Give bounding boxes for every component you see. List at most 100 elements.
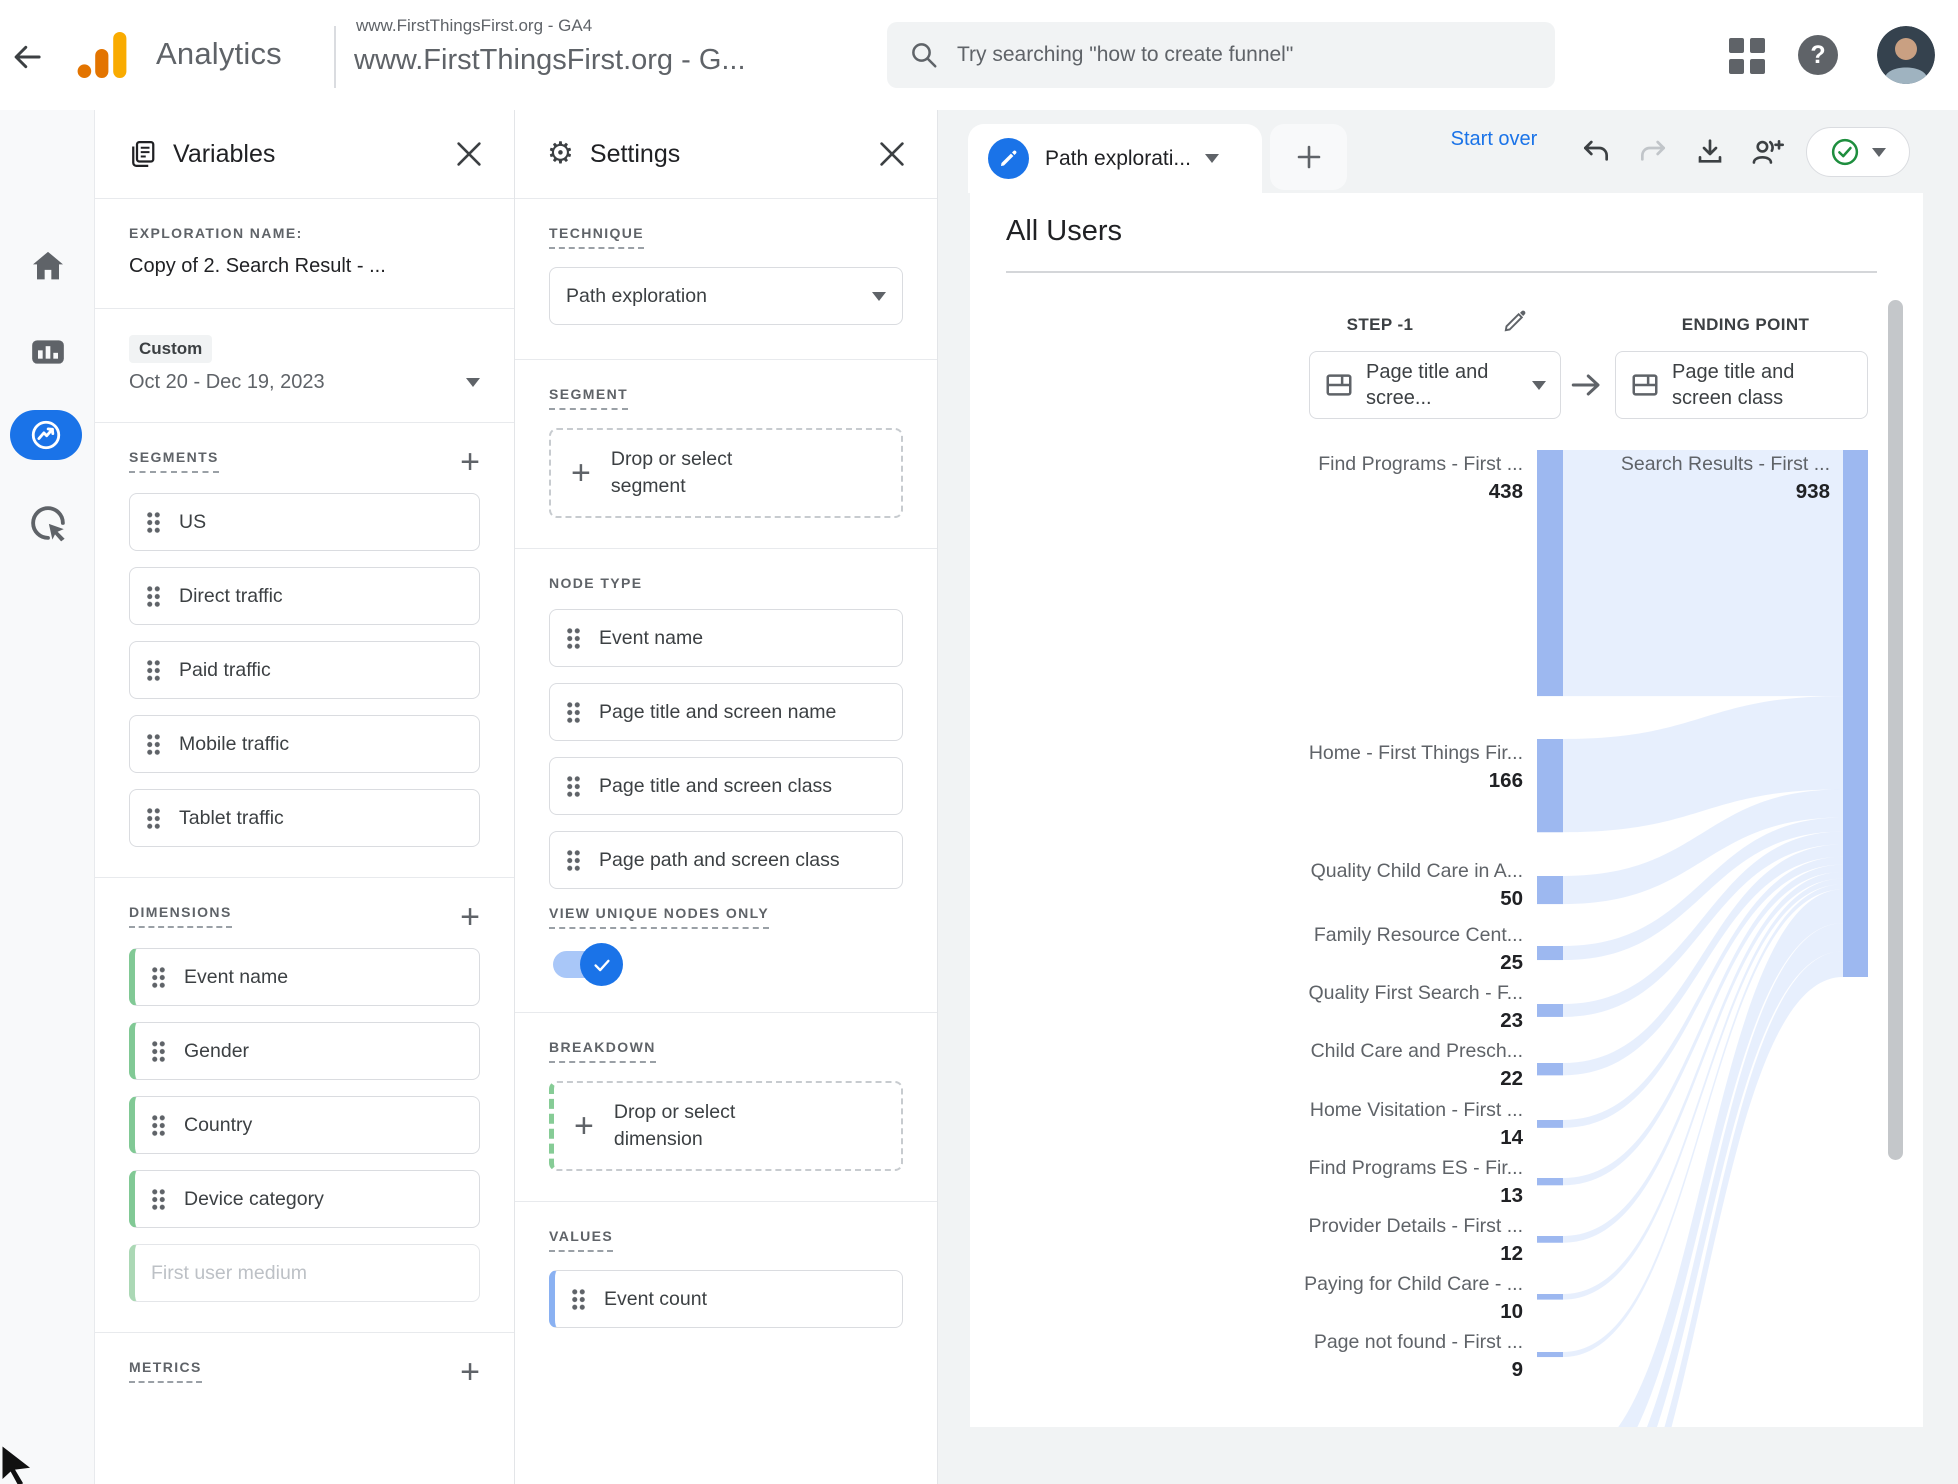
path-sankey-chart[interactable] bbox=[970, 193, 1923, 1427]
segment-chip[interactable]: Mobile traffic bbox=[129, 715, 480, 773]
add-tab-button[interactable] bbox=[1270, 124, 1347, 190]
home-icon[interactable] bbox=[0, 246, 95, 286]
date-preset-badge[interactable]: Custom bbox=[129, 335, 212, 363]
segment-label: SEGMENT bbox=[549, 386, 628, 410]
left-nav-rail: ⚙ bbox=[0, 110, 95, 1484]
chevron-down-icon bbox=[1872, 148, 1886, 157]
source-node-bar[interactable] bbox=[1537, 1352, 1563, 1357]
app-header: Analytics www.FirstThingsFirst.org - GA4… bbox=[0, 0, 1958, 110]
drag-handle-icon bbox=[146, 585, 161, 608]
variables-title: Variables bbox=[173, 140, 275, 169]
explore-icon[interactable] bbox=[10, 410, 82, 460]
download-icon[interactable] bbox=[1694, 136, 1726, 168]
segment-chip[interactable]: Tablet traffic bbox=[129, 789, 480, 847]
add-dimension-button[interactable]: + bbox=[460, 904, 480, 930]
node-type-chip[interactable]: Page title and screen name bbox=[549, 683, 903, 741]
drag-handle-icon bbox=[151, 1114, 166, 1137]
search-placeholder: Try searching "how to create funnel" bbox=[957, 43, 1293, 67]
dimension-chip[interactable]: First user medium bbox=[129, 1244, 480, 1302]
sankey-ribbon[interactable] bbox=[1563, 450, 1843, 696]
node-type-label: NODE TYPE bbox=[549, 575, 643, 591]
segment-drop-text: Drop or select segment bbox=[611, 446, 811, 500]
status-approved-dropdown[interactable] bbox=[1806, 127, 1910, 177]
start-over-button[interactable]: Start over bbox=[1446, 126, 1542, 152]
tab-path-exploration[interactable]: Path explorati... bbox=[968, 124, 1262, 193]
node-type-list: Event name Page title and screen name Page… bbox=[549, 609, 903, 889]
add-metric-button[interactable]: + bbox=[460, 1359, 480, 1385]
segments-list: US Direct traffic Paid traffic Mobile traff… bbox=[129, 493, 480, 847]
drag-handle-icon bbox=[151, 1188, 166, 1211]
plus-icon: + bbox=[574, 1113, 594, 1140]
drag-handle-icon bbox=[566, 849, 581, 872]
search-input[interactable]: Try searching "how to create funnel" bbox=[887, 22, 1555, 88]
technique-select[interactable]: Path exploration bbox=[549, 267, 903, 325]
source-node-bar[interactable] bbox=[1537, 1294, 1563, 1300]
advertising-icon[interactable] bbox=[0, 502, 95, 544]
source-node-bar[interactable] bbox=[1537, 739, 1563, 832]
tab-label: Path explorati... bbox=[1045, 147, 1191, 171]
source-node-bar[interactable] bbox=[1537, 1004, 1563, 1017]
segment-section: SEGMENT + Drop or select segment bbox=[515, 360, 937, 549]
dimension-chip[interactable]: Gender bbox=[129, 1022, 480, 1080]
apps-grid-icon[interactable] bbox=[1729, 38, 1765, 74]
value-chip-label: Event count bbox=[604, 1286, 707, 1312]
source-node-bar[interactable] bbox=[1537, 1120, 1563, 1128]
unique-nodes-toggle[interactable] bbox=[553, 951, 617, 978]
node-type-chip[interactable]: Event name bbox=[549, 609, 903, 667]
date-range-selector[interactable]: Oct 20 - Dec 19, 2023 bbox=[129, 371, 480, 394]
source-node-bar[interactable] bbox=[1537, 1178, 1563, 1185]
dimensions-list: Event name Gender Country Device category Fi… bbox=[129, 948, 480, 1302]
product-name: Analytics bbox=[156, 36, 282, 72]
exploration-name-value[interactable]: Copy of 2. Search Result - ... bbox=[129, 255, 480, 278]
node-type-chip[interactable]: Page title and screen class bbox=[549, 757, 903, 815]
drag-handle-icon bbox=[571, 1288, 586, 1311]
redo-icon[interactable] bbox=[1637, 136, 1669, 168]
settings-gear-icon: ⚙ bbox=[547, 139, 574, 169]
property-breadcrumb: www.FirstThingsFirst.org - GA4 bbox=[356, 16, 592, 36]
values-list: Event count bbox=[549, 1270, 903, 1328]
user-avatar[interactable] bbox=[1877, 26, 1935, 84]
target-node-bar[interactable] bbox=[1843, 450, 1868, 977]
back-arrow-icon[interactable] bbox=[10, 40, 44, 74]
ga4-exploration-window: Analytics www.FirstThingsFirst.org - GA4… bbox=[0, 0, 1958, 1484]
segment-chip[interactable]: Direct traffic bbox=[129, 567, 480, 625]
drag-handle-icon bbox=[146, 659, 161, 682]
source-node-bar[interactable] bbox=[1537, 1063, 1563, 1075]
add-segment-button[interactable]: + bbox=[460, 449, 480, 475]
dimension-chip-label: Gender bbox=[184, 1038, 249, 1064]
share-user-icon[interactable] bbox=[1750, 136, 1782, 168]
segment-drop-target[interactable]: + Drop or select segment bbox=[549, 428, 903, 518]
property-selector[interactable]: www.FirstThingsFirst.org - G... bbox=[354, 44, 746, 77]
breakdown-drop-target[interactable]: + Drop or select dimension bbox=[549, 1081, 903, 1171]
mouse-cursor bbox=[0, 1444, 40, 1484]
settings-title: Settings bbox=[590, 140, 680, 169]
breakdown-drop-text: Drop or select dimension bbox=[614, 1099, 824, 1153]
values-label: VALUES bbox=[549, 1228, 613, 1252]
reports-icon[interactable] bbox=[0, 332, 95, 372]
drag-handle-icon bbox=[151, 966, 166, 989]
source-node-bar[interactable] bbox=[1537, 450, 1563, 696]
help-icon[interactable]: ? bbox=[1796, 33, 1840, 77]
close-variables-icon[interactable] bbox=[456, 141, 482, 167]
metrics-label: METRICS bbox=[129, 1359, 202, 1383]
segment-chip[interactable]: US bbox=[129, 493, 480, 551]
source-node-bar[interactable] bbox=[1537, 876, 1563, 904]
dimension-chip[interactable]: Device category bbox=[129, 1170, 480, 1228]
node-type-chip[interactable]: Page path and screen class bbox=[549, 831, 903, 889]
variables-panel-header: Variables bbox=[95, 110, 514, 199]
node-type-section: NODE TYPE Event name Page title and scree… bbox=[515, 549, 937, 1013]
chevron-down-icon bbox=[872, 292, 886, 301]
header-divider bbox=[334, 26, 336, 88]
close-settings-icon[interactable] bbox=[879, 141, 905, 167]
dimension-chip[interactable]: Country bbox=[129, 1096, 480, 1154]
chart-scrollbar[interactable] bbox=[1888, 300, 1903, 1160]
drag-handle-icon bbox=[151, 1040, 166, 1063]
source-node-bar[interactable] bbox=[1537, 1236, 1563, 1243]
segments-label: SEGMENTS bbox=[129, 449, 219, 473]
value-chip[interactable]: Event count bbox=[549, 1270, 903, 1328]
dimension-chip[interactable]: Event name bbox=[129, 948, 480, 1006]
analytics-logo-icon[interactable] bbox=[76, 30, 128, 80]
source-node-bar[interactable] bbox=[1537, 946, 1563, 960]
undo-icon[interactable] bbox=[1580, 136, 1612, 168]
segment-chip[interactable]: Paid traffic bbox=[129, 641, 480, 699]
